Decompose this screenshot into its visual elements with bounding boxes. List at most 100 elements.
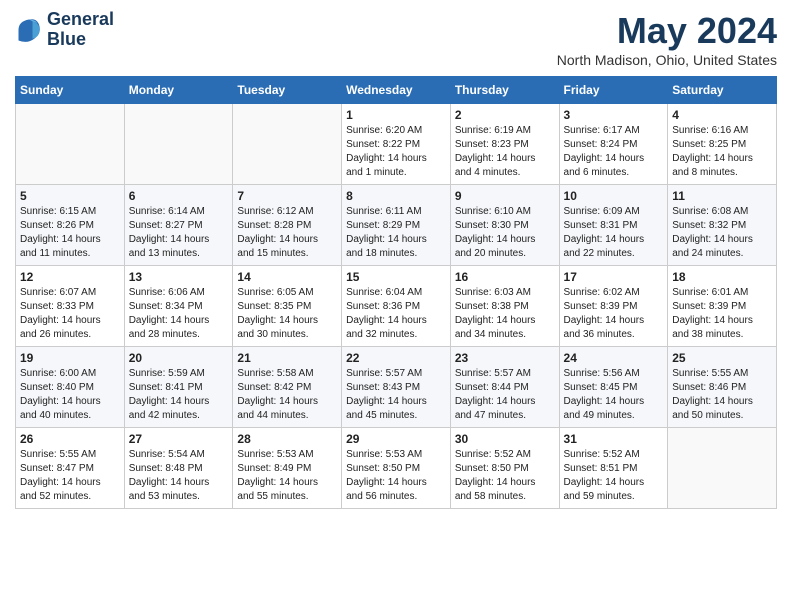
calendar-cell [124, 104, 233, 185]
day-info: Sunrise: 6:06 AM Sunset: 8:34 PM Dayligh… [129, 286, 229, 342]
day-info: Sunrise: 6:16 AM Sunset: 8:25 PM Dayligh… [672, 124, 772, 180]
calendar-cell: 27 Sunrise: 5:54 AM Sunset: 8:48 PM Dayli… [124, 428, 233, 509]
day-info: Sunrise: 6:04 AM Sunset: 8:36 PM Dayligh… [346, 286, 446, 342]
day-info: Sunrise: 6:12 AM Sunset: 8:28 PM Dayligh… [237, 205, 337, 261]
day-info: Sunrise: 5:53 AM Sunset: 8:49 PM Dayligh… [237, 448, 337, 504]
day-info: Sunrise: 5:52 AM Sunset: 8:51 PM Dayligh… [564, 448, 664, 504]
calendar-cell: 14 Sunrise: 6:05 AM Sunset: 8:35 PM Dayli… [233, 266, 342, 347]
day-info: Sunrise: 5:53 AM Sunset: 8:50 PM Dayligh… [346, 448, 446, 504]
calendar-cell: 15 Sunrise: 6:04 AM Sunset: 8:36 PM Dayli… [342, 266, 451, 347]
day-info: Sunrise: 6:05 AM Sunset: 8:35 PM Dayligh… [237, 286, 337, 342]
page-header: General Blue May 2024 North Madison, Ohi… [15, 10, 777, 68]
calendar-cell: 5 Sunrise: 6:15 AM Sunset: 8:26 PM Daylig… [16, 185, 125, 266]
day-number: 28 [237, 432, 337, 446]
title-block: May 2024 North Madison, Ohio, United Sta… [557, 10, 777, 68]
calendar-cell: 19 Sunrise: 6:00 AM Sunset: 8:40 PM Dayli… [16, 347, 125, 428]
calendar-cell: 8 Sunrise: 6:11 AM Sunset: 8:29 PM Daylig… [342, 185, 451, 266]
calendar-cell: 28 Sunrise: 5:53 AM Sunset: 8:49 PM Dayli… [233, 428, 342, 509]
day-number: 14 [237, 270, 337, 284]
day-number: 2 [455, 108, 555, 122]
day-info: Sunrise: 6:09 AM Sunset: 8:31 PM Dayligh… [564, 205, 664, 261]
day-number: 10 [564, 189, 664, 203]
day-number: 16 [455, 270, 555, 284]
calendar-cell: 12Sunrise: 6:07 AM Sunset: 8:33 PM Dayli… [16, 266, 125, 347]
day-number: 6 [129, 189, 229, 203]
calendar-cell: 24 Sunrise: 5:56 AM Sunset: 8:45 PM Dayli… [559, 347, 668, 428]
day-number: 30 [455, 432, 555, 446]
calendar-cell: 17 Sunrise: 6:02 AM Sunset: 8:39 PM Dayli… [559, 266, 668, 347]
calendar-cell [233, 104, 342, 185]
calendar-cell: 16 Sunrise: 6:03 AM Sunset: 8:38 PM Dayli… [450, 266, 559, 347]
calendar-cell: 20 Sunrise: 5:59 AM Sunset: 8:41 PM Dayli… [124, 347, 233, 428]
calendar-week-1: 1 Sunrise: 6:20 AM Sunset: 8:22 PM Daylig… [16, 104, 777, 185]
calendar-cell: 18 Sunrise: 6:01 AM Sunset: 8:39 PM Dayli… [668, 266, 777, 347]
calendar-cell: 25Sunrise: 5:55 AM Sunset: 8:46 PM Dayli… [668, 347, 777, 428]
day-header-thursday: Thursday [450, 77, 559, 104]
day-info: Sunrise: 6:08 AM Sunset: 8:32 PM Dayligh… [672, 205, 772, 261]
day-info: Sunrise: 6:10 AM Sunset: 8:30 PM Dayligh… [455, 205, 555, 261]
day-number: 15 [346, 270, 446, 284]
day-info: Sunrise: 6:20 AM Sunset: 8:22 PM Dayligh… [346, 124, 446, 180]
day-number: 24 [564, 351, 664, 365]
day-number: 1 [346, 108, 446, 122]
month-title: May 2024 [557, 10, 777, 52]
day-header-saturday: Saturday [668, 77, 777, 104]
day-info: Sunrise: 5:59 AM Sunset: 8:41 PM Dayligh… [129, 367, 229, 423]
day-header-sunday: Sunday [16, 77, 125, 104]
day-info: Sunrise: 6:11 AM Sunset: 8:29 PM Dayligh… [346, 205, 446, 261]
calendar-header: SundayMondayTuesdayWednesdayThursdayFrid… [16, 77, 777, 104]
calendar-cell: 22Sunrise: 5:57 AM Sunset: 8:43 PM Dayli… [342, 347, 451, 428]
day-info: Sunrise: 6:14 AM Sunset: 8:27 PM Dayligh… [129, 205, 229, 261]
day-number: 23 [455, 351, 555, 365]
day-header-friday: Friday [559, 77, 668, 104]
day-info: Sunrise: 5:58 AM Sunset: 8:42 PM Dayligh… [237, 367, 337, 423]
day-info: Sunrise: 6:15 AM Sunset: 8:26 PM Dayligh… [20, 205, 120, 261]
calendar-cell: 30Sunrise: 5:52 AM Sunset: 8:50 PM Dayli… [450, 428, 559, 509]
day-number: 8 [346, 189, 446, 203]
day-number: 7 [237, 189, 337, 203]
day-info: Sunrise: 6:19 AM Sunset: 8:23 PM Dayligh… [455, 124, 555, 180]
calendar-cell: 10 Sunrise: 6:09 AM Sunset: 8:31 PM Dayli… [559, 185, 668, 266]
day-header-wednesday: Wednesday [342, 77, 451, 104]
calendar-cell: 6 Sunrise: 6:14 AM Sunset: 8:27 PM Daylig… [124, 185, 233, 266]
logo-icon [15, 16, 43, 44]
day-info: Sunrise: 6:17 AM Sunset: 8:24 PM Dayligh… [564, 124, 664, 180]
calendar-week-3: 12Sunrise: 6:07 AM Sunset: 8:33 PM Dayli… [16, 266, 777, 347]
day-info: Sunrise: 6:00 AM Sunset: 8:40 PM Dayligh… [20, 367, 120, 423]
logo: General Blue [15, 10, 114, 50]
logo-text: General Blue [47, 10, 114, 50]
calendar-cell: 2 Sunrise: 6:19 AM Sunset: 8:23 PM Daylig… [450, 104, 559, 185]
day-number: 20 [129, 351, 229, 365]
calendar-cell [668, 428, 777, 509]
day-header-monday: Monday [124, 77, 233, 104]
day-info: Sunrise: 6:07 AM Sunset: 8:33 PM Dayligh… [20, 286, 120, 342]
day-info: Sunrise: 6:02 AM Sunset: 8:39 PM Dayligh… [564, 286, 664, 342]
day-number: 11 [672, 189, 772, 203]
calendar-week-5: 26Sunrise: 5:55 AM Sunset: 8:47 PM Dayli… [16, 428, 777, 509]
calendar-table: SundayMondayTuesdayWednesdayThursdayFrid… [15, 76, 777, 509]
day-info: Sunrise: 5:56 AM Sunset: 8:45 PM Dayligh… [564, 367, 664, 423]
day-number: 18 [672, 270, 772, 284]
calendar-cell: 21Sunrise: 5:58 AM Sunset: 8:42 PM Dayli… [233, 347, 342, 428]
calendar-cell: 11 Sunrise: 6:08 AM Sunset: 8:32 PM Dayli… [668, 185, 777, 266]
calendar-cell: 31 Sunrise: 5:52 AM Sunset: 8:51 PM Dayli… [559, 428, 668, 509]
calendar-week-2: 5 Sunrise: 6:15 AM Sunset: 8:26 PM Daylig… [16, 185, 777, 266]
calendar-cell: 13 Sunrise: 6:06 AM Sunset: 8:34 PM Dayli… [124, 266, 233, 347]
day-info: Sunrise: 5:57 AM Sunset: 8:44 PM Dayligh… [455, 367, 555, 423]
day-info: Sunrise: 6:03 AM Sunset: 8:38 PM Dayligh… [455, 286, 555, 342]
day-number: 19 [20, 351, 120, 365]
day-number: 27 [129, 432, 229, 446]
day-number: 17 [564, 270, 664, 284]
day-info: Sunrise: 6:01 AM Sunset: 8:39 PM Dayligh… [672, 286, 772, 342]
day-info: Sunrise: 5:55 AM Sunset: 8:46 PM Dayligh… [672, 367, 772, 423]
calendar-cell: 3Sunrise: 6:17 AM Sunset: 8:24 PM Daylig… [559, 104, 668, 185]
calendar-body: 1 Sunrise: 6:20 AM Sunset: 8:22 PM Daylig… [16, 104, 777, 509]
day-number: 13 [129, 270, 229, 284]
calendar-cell: 29Sunrise: 5:53 AM Sunset: 8:50 PM Dayli… [342, 428, 451, 509]
day-number: 5 [20, 189, 120, 203]
day-number: 9 [455, 189, 555, 203]
day-info: Sunrise: 5:54 AM Sunset: 8:48 PM Dayligh… [129, 448, 229, 504]
day-number: 31 [564, 432, 664, 446]
calendar-cell: 9 Sunrise: 6:10 AM Sunset: 8:30 PM Daylig… [450, 185, 559, 266]
day-number: 4 [672, 108, 772, 122]
